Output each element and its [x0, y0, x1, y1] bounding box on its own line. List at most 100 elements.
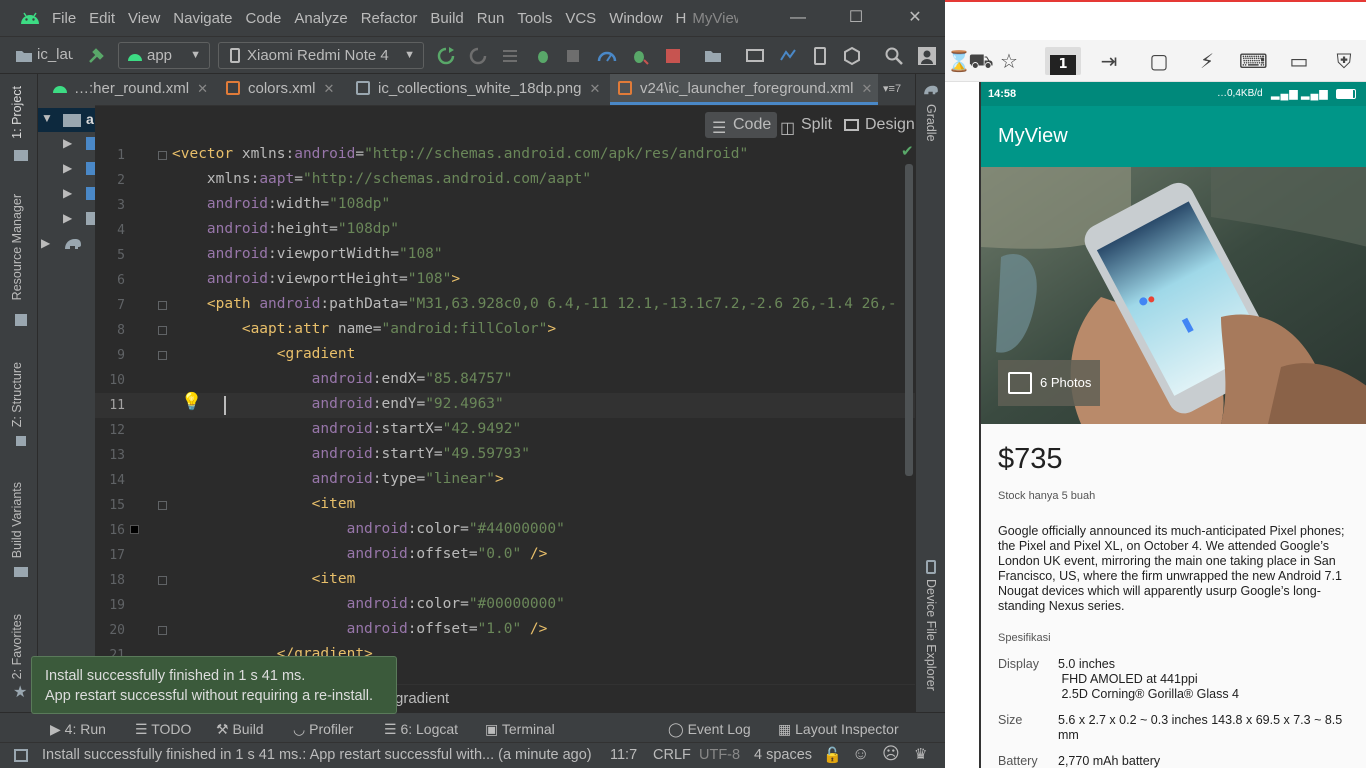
- search-icon[interactable]: [884, 46, 904, 66]
- menu-edit[interactable]: Edit: [89, 10, 115, 27]
- menu-build[interactable]: Build: [430, 10, 463, 27]
- fold-marker-icon[interactable]: [158, 326, 167, 335]
- maximize-button[interactable]: ☐: [836, 6, 876, 30]
- shield-icon[interactable]: ⛨: [1330, 47, 1358, 75]
- todo-tool-button[interactable]: ☰ TODO: [135, 721, 191, 738]
- breadcrumb-item[interactable]: gradient: [395, 690, 449, 707]
- event-log-tool-button[interactable]: ◯ Event Log: [668, 721, 751, 738]
- editor-scrollbar[interactable]: [905, 164, 913, 476]
- tab-gradle[interactable]: Gradle: [924, 104, 938, 142]
- close-tab-icon[interactable]: ✕: [861, 81, 872, 96]
- menu-code[interactable]: Code: [245, 10, 281, 27]
- comment-icon[interactable]: ▢: [1145, 47, 1173, 75]
- monitor-icon[interactable]: ▭: [1285, 47, 1313, 75]
- tab-device-file-explorer[interactable]: Device File Explorer: [924, 579, 938, 691]
- account-avatar-icon[interactable]: [917, 46, 937, 66]
- attach-debugger-icon[interactable]: [630, 46, 650, 66]
- apply-changes-restart-icon[interactable]: [436, 46, 456, 66]
- fold-marker-icon[interactable]: [158, 301, 167, 310]
- list-icon[interactable]: [500, 46, 520, 66]
- stop-icon[interactable]: [663, 46, 683, 66]
- star-outline-icon[interactable]: ☆: [995, 47, 1023, 75]
- fold-marker-icon[interactable]: [158, 576, 167, 585]
- install-notification-balloon[interactable]: Install successfully finished in 1 s 41 …: [31, 656, 397, 714]
- mode-split-button[interactable]: ◫ Split: [773, 112, 838, 138]
- caret-position[interactable]: 11:7: [610, 747, 637, 763]
- close-tab-icon[interactable]: ✕: [324, 81, 335, 96]
- tab-resource-manager[interactable]: Resource Manager: [10, 194, 24, 300]
- toggle-tool-windows-icon[interactable]: [14, 749, 28, 762]
- fold-marker-icon[interactable]: [158, 351, 167, 360]
- menu-vcs[interactable]: VCS: [565, 10, 596, 27]
- status-message[interactable]: Install successfully finished in 1 s 41 …: [42, 747, 597, 763]
- menu-refactor[interactable]: Refactor: [361, 10, 418, 27]
- avd-manager-icon[interactable]: [745, 46, 765, 66]
- fold-marker-icon[interactable]: [158, 501, 167, 510]
- tab-colors-xml[interactable]: colors.xml ✕: [226, 74, 338, 105]
- device-one-button[interactable]: 1: [1045, 47, 1081, 75]
- mode-code-button[interactable]: ☰ Code: [705, 112, 778, 138]
- layout-inspector-tool-button[interactable]: ▦ Layout Inspector: [778, 721, 899, 738]
- collapsed-arrow-icon[interactable]: ▶: [63, 136, 72, 150]
- menu-tools[interactable]: Tools: [517, 10, 552, 27]
- collapsed-arrow-icon[interactable]: ▶: [63, 161, 72, 175]
- tab-ic-launcher-foreground-xml[interactable]: v24\ic_launcher_foreground.xml ✕: [610, 74, 878, 105]
- fold-marker-icon[interactable]: [158, 151, 167, 160]
- hammer-make-icon[interactable]: [86, 46, 106, 66]
- tab-overflow-button[interactable]: ▾≡7: [883, 82, 901, 95]
- export-icon[interactable]: ⇥: [1095, 47, 1123, 75]
- database-icon[interactable]: ⛟: [967, 47, 995, 75]
- tab-ic-collections-png[interactable]: ic_collections_white_18dp.png ✕: [356, 74, 611, 105]
- lock-icon[interactable]: 🔓: [823, 746, 842, 764]
- menu-window[interactable]: Window: [609, 10, 662, 27]
- menu-view[interactable]: View: [128, 10, 160, 27]
- debug-bug-icon[interactable]: [533, 46, 553, 66]
- color-swatch-icon[interactable]: [130, 525, 139, 534]
- indent-setting[interactable]: 4 spaces: [754, 747, 812, 763]
- sdk-manager-icon[interactable]: [842, 46, 862, 66]
- file-encoding[interactable]: UTF-8: [699, 747, 740, 763]
- close-window-button[interactable]: ✕: [895, 6, 935, 30]
- tab-build-variants[interactable]: Build Variants: [10, 482, 24, 558]
- tab-launcher-round-xml[interactable]: …:her_round.xml ✕: [38, 74, 223, 105]
- lightning-icon[interactable]: ⚡: [1193, 47, 1221, 75]
- menu-analyze[interactable]: Analyze: [294, 10, 347, 27]
- tab-structure[interactable]: Z: Structure: [10, 362, 24, 427]
- project-root-row[interactable]: ▼ a: [38, 108, 95, 132]
- keyboard-icon[interactable]: ⌨: [1239, 47, 1268, 75]
- apply-code-changes-icon[interactable]: [468, 46, 488, 66]
- line-separator[interactable]: CRLF: [653, 747, 691, 763]
- project-structure-icon[interactable]: [703, 46, 723, 66]
- logcat-tool-button[interactable]: ☰ 6: Logcat: [384, 721, 458, 738]
- menu-navigate[interactable]: Navigate: [173, 10, 232, 27]
- fold-marker-icon[interactable]: [158, 626, 167, 635]
- collapsed-arrow-icon[interactable]: ▶: [41, 236, 50, 250]
- code-editor[interactable]: ✔ 1 2 3 4 5 6 7 8 9 10 11 12 13 14 15 16…: [95, 144, 915, 684]
- collapsed-arrow-icon[interactable]: ▶: [63, 211, 72, 225]
- profile-gauge-icon[interactable]: [597, 46, 617, 66]
- run-config-select[interactable]: app ▼: [118, 42, 210, 69]
- sync-gradle-icon[interactable]: [778, 46, 798, 66]
- photos-count-button[interactable]: 6 Photos: [998, 360, 1100, 406]
- mode-design-button[interactable]: Design: [837, 112, 921, 138]
- collapsed-arrow-icon[interactable]: ▶: [63, 186, 72, 200]
- feedback-sad-icon[interactable]: ☹: [882, 744, 900, 764]
- menu-file[interactable]: File: [52, 10, 76, 27]
- tab-project[interactable]: 1: Project: [10, 86, 24, 139]
- coverage-icon[interactable]: [564, 46, 584, 66]
- inspector-icon[interactable]: ♛: [914, 745, 927, 763]
- close-tab-icon[interactable]: ✕: [589, 81, 600, 96]
- feedback-smile-icon[interactable]: ☺: [852, 744, 869, 764]
- device-manager-icon[interactable]: [810, 46, 830, 66]
- minimize-button[interactable]: —: [778, 6, 818, 30]
- close-tab-icon[interactable]: ✕: [197, 81, 208, 96]
- device-select[interactable]: Xiaomi Redmi Note 4 ▼: [218, 42, 424, 69]
- menu-help[interactable]: H: [676, 10, 687, 27]
- build-tool-button[interactable]: ⚒ Build: [216, 721, 264, 738]
- terminal-tool-button[interactable]: ▣ Terminal: [485, 721, 555, 738]
- tab-favorites[interactable]: 2: Favorites: [10, 614, 24, 679]
- code-token: android: [172, 446, 373, 462]
- profiler-tool-button[interactable]: ◡ Profiler: [293, 721, 353, 738]
- menu-run[interactable]: Run: [477, 10, 505, 27]
- run-tool-button[interactable]: ▶ 4: Run: [50, 721, 106, 738]
